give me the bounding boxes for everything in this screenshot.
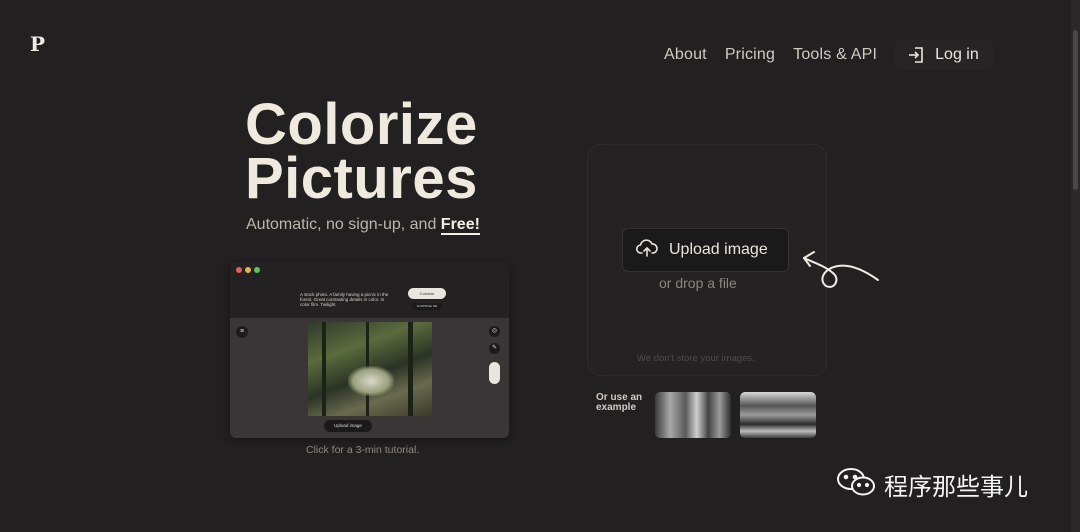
demo-canvas: ≡ ◎ ✎ Upload image [230,318,509,438]
tutorial-video-preview[interactable]: A stock photo. A family having a picnic … [230,262,509,438]
nav-pricing[interactable]: Pricing [725,46,775,64]
window-dot-green [254,267,260,273]
arrow-doodle-icon [798,244,882,297]
photo-tree [322,322,326,416]
drop-file-text: or drop a file [659,275,737,291]
menu-icon: ≡ [236,326,248,338]
demo-prompt: A stock photo. A family having a picnic … [300,292,389,307]
page: P About Pricing Tools & API Log in Color… [0,0,1080,532]
example-image-2[interactable] [740,392,816,438]
demo-photo [308,322,432,416]
demo-surprise-button: SURPRISE ME [412,303,442,310]
hero-title-line-2: Pictures [245,146,478,211]
window-dot-yellow [245,267,251,273]
upload-image-button[interactable]: Upload image [622,228,789,272]
top-nav: About Pricing Tools & API Log in [664,40,993,70]
scrollbar[interactable] [1071,0,1080,532]
hero-subtitle-text: Automatic, no sign-up, and [246,216,437,233]
tutorial-link[interactable]: Click for a 3-min tutorial. [306,444,419,456]
hero-subtitle: Automatic, no sign-up, and Free! [246,216,480,235]
cloud-upload-icon [635,238,659,263]
example-image-1[interactable] [655,392,731,438]
palette-icon: ◎ [489,326,500,337]
hero-subtitle-free: Free! [440,216,480,235]
login-icon [907,46,925,64]
zoom-control [489,362,500,384]
login-button[interactable]: Log in [895,40,993,70]
scrollbar-thumb[interactable] [1073,30,1078,190]
hero-title: Colorize Pictures [245,92,478,211]
brush-icon: ✎ [489,343,500,354]
login-label: Log in [935,46,979,63]
watermark: 程序那些事儿 [836,466,1028,503]
nav-about[interactable]: About [664,46,707,64]
upload-image-label: Upload image [669,241,768,258]
privacy-note: We don't store your images. [637,353,755,364]
hero-title-line-1: Colorize [245,92,478,157]
nav-tools-api[interactable]: Tools & API [793,46,877,64]
demo-upload-button: Upload image [324,420,372,432]
examples-label: Or use an example [596,392,643,413]
logo[interactable]: P [30,32,45,56]
photo-family [348,366,394,396]
demo-colorize-button: Colorize [408,288,446,299]
window-dot-red [236,267,242,273]
wechat-icon [836,466,876,503]
photo-tree [408,322,413,416]
demo-toolbar: A stock photo. A family having a picnic … [230,262,509,318]
watermark-text: 程序那些事儿 [884,473,1028,501]
